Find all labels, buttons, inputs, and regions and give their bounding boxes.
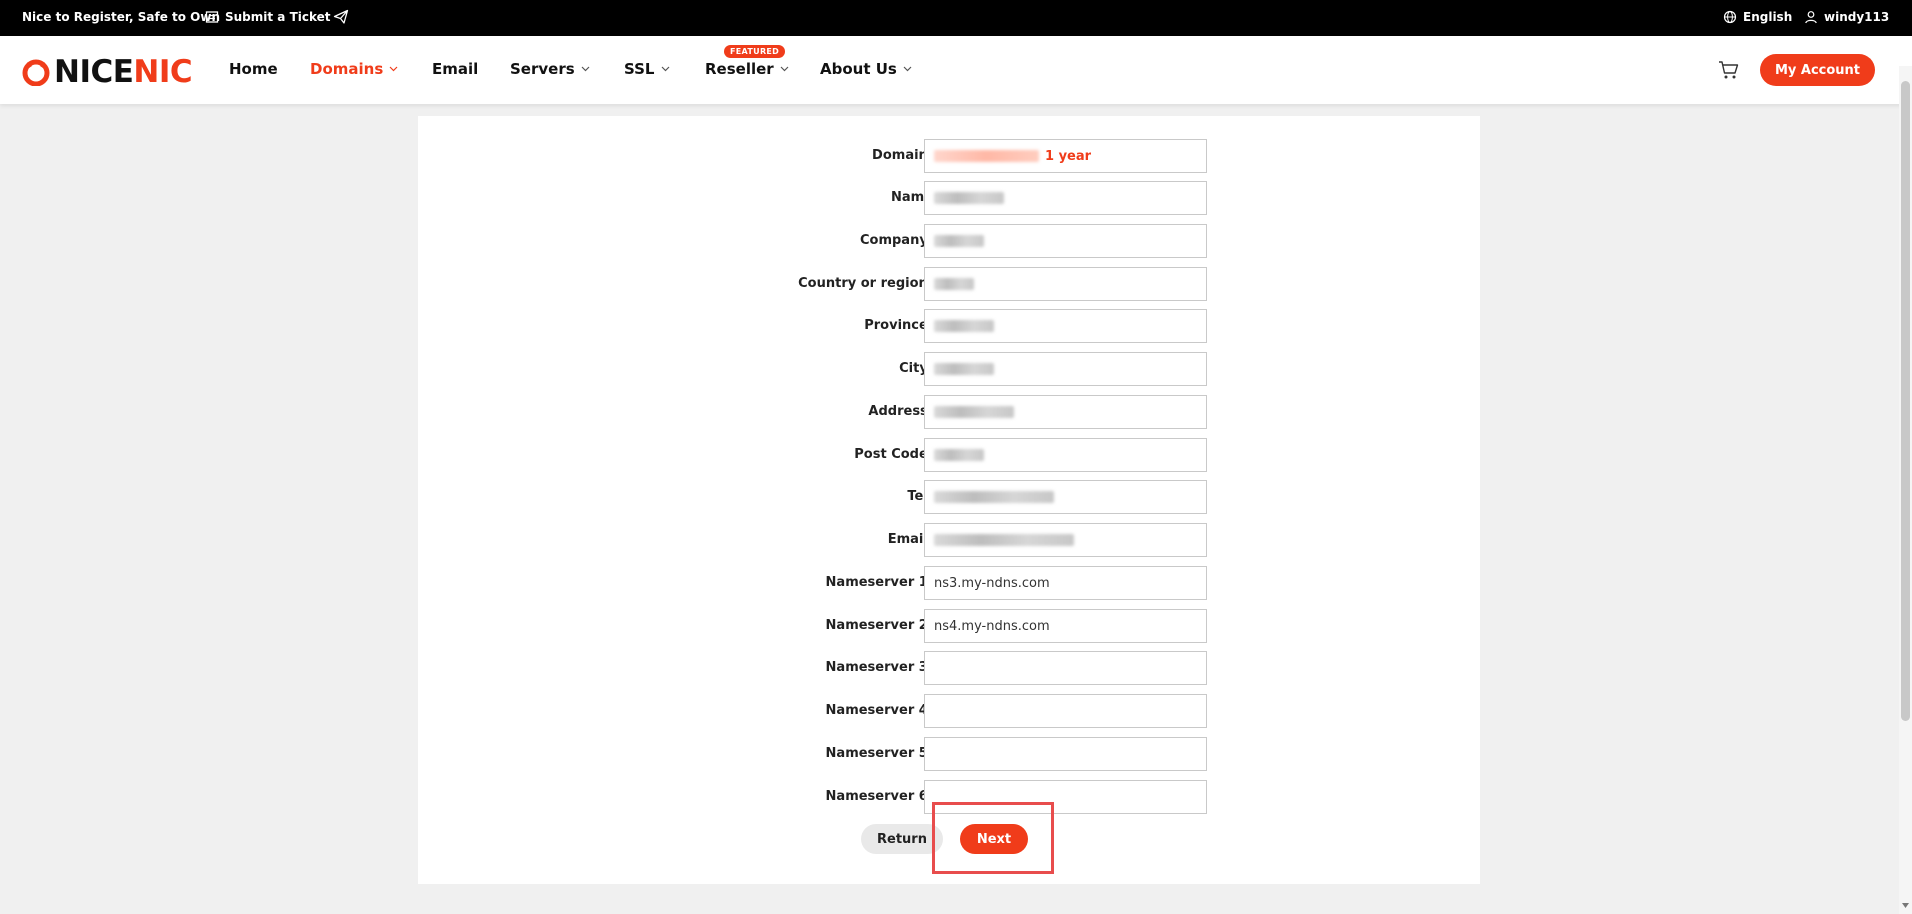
nav-domains-label: Domains [310, 60, 384, 78]
top-bar: Nice to Register, Safe to Own Submit a T… [0, 0, 1912, 36]
post-code-redacted [934, 449, 984, 461]
language-selector[interactable]: English [1723, 10, 1792, 24]
form-row-tel: Tel: [418, 480, 1480, 514]
chevron-down-icon [661, 66, 669, 72]
form-row-city: City: [418, 352, 1480, 386]
ticket-icon [205, 11, 219, 23]
form-row-nameserver-3: Nameserver 3: [418, 651, 1480, 685]
cart-icon[interactable] [1718, 59, 1740, 81]
form-row-nameserver-5: Nameserver 5: [418, 737, 1480, 771]
submit-ticket-label: Submit a Ticket [225, 10, 331, 24]
nameserver-2-label: Nameserver 2: [825, 618, 933, 633]
form-row-nameserver-2: Nameserver 2: [418, 609, 1480, 643]
company-label: Company: [859, 233, 933, 248]
globe-icon [1723, 10, 1737, 24]
nameserver-1-input[interactable] [924, 566, 1207, 600]
nav-item-domains[interactable]: Domains [310, 60, 398, 78]
form-row-nameserver-1: Nameserver 1: [418, 566, 1480, 600]
nameserver-5-label: Nameserver 5: [825, 746, 933, 761]
form-row-email: Email: [418, 523, 1480, 557]
nav-email-label: Email [432, 60, 479, 78]
nameserver-6-label: Nameserver 6: [825, 789, 933, 804]
nameserver-5-input[interactable] [924, 737, 1207, 771]
post-code-label: Post Code: [854, 447, 933, 462]
form-row-country: Country or region: [418, 267, 1480, 301]
form-row-address: Address: [418, 395, 1480, 429]
submit-ticket-link[interactable]: Submit a Ticket [205, 10, 331, 24]
form-row-domain: Domain: 1 year [418, 139, 1480, 173]
language-label: English [1743, 10, 1793, 24]
nav-item-ssl[interactable]: SSL [624, 60, 670, 78]
form-row-province: Province: [418, 309, 1480, 343]
chevron-down-icon [389, 66, 398, 72]
chevron-down-icon [903, 66, 912, 72]
user-icon [1805, 11, 1817, 24]
tel-redacted [934, 491, 1054, 503]
form-row-nameserver-4: Nameserver 4: [418, 694, 1480, 728]
nameserver-3-input[interactable] [924, 651, 1207, 685]
page-scrollbar[interactable] [1899, 66, 1912, 914]
logo-text-nice: NICE [54, 54, 134, 90]
username: windy113 [1824, 10, 1890, 24]
domain-name-redacted [934, 150, 1039, 162]
name-redacted [934, 192, 1004, 204]
city-redacted [934, 363, 994, 375]
form-row-nameserver-6: Nameserver 6: [418, 780, 1480, 814]
form-row-post-code: Post Code: [418, 438, 1480, 472]
email-redacted [934, 534, 1074, 546]
domain-field: 1 year [924, 139, 1207, 173]
nameserver-3-label: Nameserver 3: [825, 660, 933, 675]
scrollbar-thumb[interactable] [1901, 81, 1910, 721]
nameserver-4-input[interactable] [924, 694, 1207, 728]
featured-badge: FEATURED [724, 45, 786, 58]
form-row-name: Name [418, 181, 1480, 215]
form-row-company: Company: [418, 224, 1480, 258]
site-logo[interactable]: NICE NIC [22, 54, 193, 90]
logo-text-nic: NIC [133, 54, 193, 90]
nav-reseller-label: Reseller [705, 60, 774, 78]
chevron-down-icon [780, 66, 789, 72]
main-nav: NICE NIC Home Domains Email Servers SSL … [0, 36, 1912, 104]
my-account-button[interactable]: My Account [1760, 54, 1875, 86]
nav-servers-label: Servers [510, 60, 575, 78]
nameserver-1-label: Nameserver 1: [825, 575, 933, 590]
return-button[interactable]: Return [861, 824, 943, 854]
next-button[interactable]: Next [960, 824, 1028, 854]
logo-mark-icon [22, 59, 50, 86]
country-redacted [934, 278, 974, 290]
nav-item-reseller[interactable]: Reseller [705, 60, 789, 78]
nav-about-label: About Us [820, 60, 897, 78]
nav-item-about-us[interactable]: About Us [820, 60, 912, 78]
province-redacted [934, 320, 994, 332]
nav-ssl-label: SSL [624, 60, 655, 78]
site-slogan: Nice to Register, Safe to Own [22, 10, 220, 24]
country-label: Country or region: [798, 276, 933, 291]
address-redacted [934, 406, 1014, 418]
scroll-down-arrow-icon[interactable] [1901, 901, 1910, 910]
nav-item-email[interactable]: Email [432, 60, 478, 78]
nameserver-2-input[interactable] [924, 609, 1207, 643]
nameserver-4-label: Nameserver 4: [825, 703, 933, 718]
company-redacted [934, 235, 984, 247]
nav-item-servers[interactable]: Servers [510, 60, 590, 78]
province-label: Province: [864, 318, 933, 333]
nameserver-6-input[interactable] [924, 780, 1207, 814]
telegram-icon[interactable] [333, 9, 349, 25]
user-menu[interactable]: windy113 [1804, 10, 1889, 24]
domain-term: 1 year [1045, 148, 1092, 164]
nav-item-home[interactable]: Home [229, 60, 278, 78]
registrant-form-panel: Domain: 1 year Name Company: Country or … [418, 116, 1480, 884]
nav-home-label: Home [229, 60, 278, 78]
chevron-down-icon [581, 66, 590, 72]
